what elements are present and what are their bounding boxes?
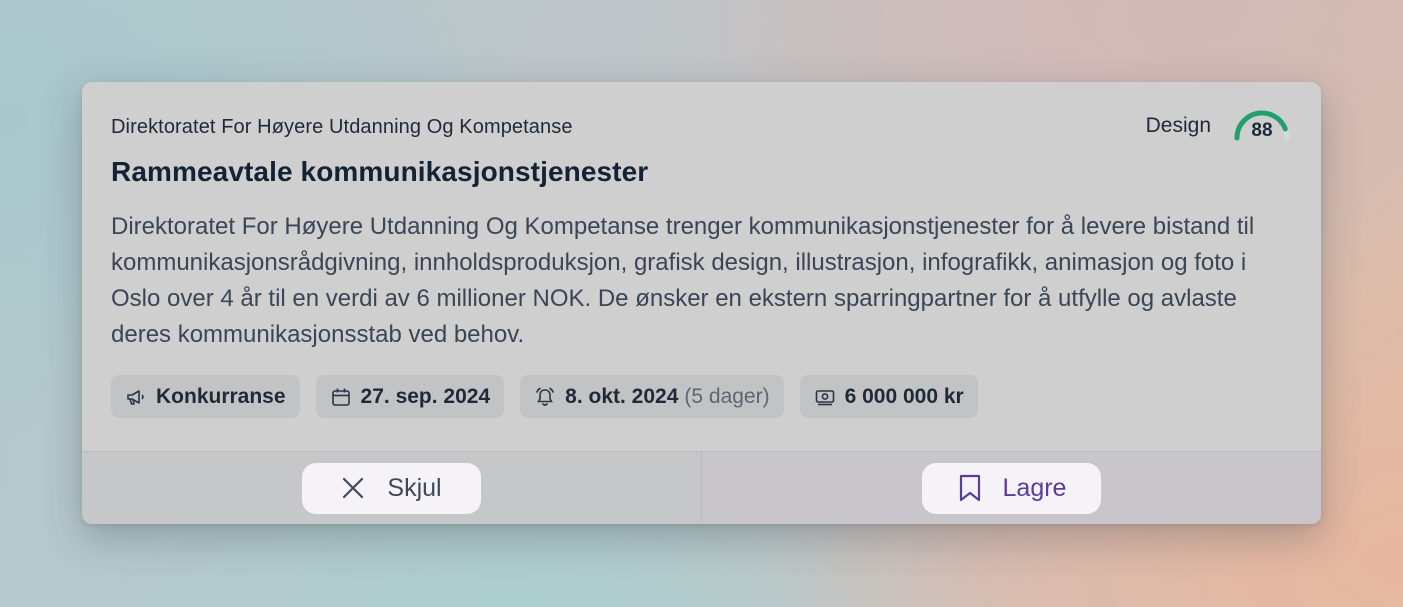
calendar-icon xyxy=(330,386,352,408)
chip-deadline-remaining: (5 dager) xyxy=(684,384,770,408)
score-value: 88 xyxy=(1251,120,1273,141)
chip-value: 6 000 000 kr xyxy=(799,375,978,418)
tender-card-body: Direktoratet For Høyere Utdanning Og Kom… xyxy=(82,82,1321,452)
chip-published-date: 27. sep. 2024 xyxy=(315,375,505,418)
megaphone-icon xyxy=(125,386,147,408)
tender-description: Direktoratet For Høyere Utdanning Og Kom… xyxy=(111,213,1255,348)
chip-procedure: Konkurranse xyxy=(111,375,300,418)
category-label: Design xyxy=(1145,114,1211,137)
match-score-gauge: 88 xyxy=(1231,104,1293,144)
chip-procedure-label: Konkurranse xyxy=(156,384,286,408)
tender-title[interactable]: Rammeavtale kommunikasjonstjenester xyxy=(111,156,648,188)
chip-value-label: 6 000 000 kr xyxy=(844,384,964,408)
chip-deadline-label: 8. okt. 2024 xyxy=(565,384,679,408)
chip-published-date-label: 27. sep. 2024 xyxy=(360,384,491,408)
tender-card: Direktoratet For Høyere Utdanning Og Kom… xyxy=(82,82,1321,524)
alarm-icon xyxy=(534,386,556,408)
money-icon xyxy=(814,386,836,408)
save-button-label: Lagre xyxy=(1002,473,1067,502)
organization-name: Direktoratet For Høyere Utdanning Og Kom… xyxy=(111,116,573,138)
save-button[interactable]: Lagre xyxy=(922,462,1101,514)
bookmark-icon xyxy=(957,473,985,503)
close-icon xyxy=(341,473,369,503)
hide-button-label: Skjul xyxy=(387,473,442,502)
chip-deadline: 8. okt. 2024 (5 dager) xyxy=(520,375,784,418)
tender-meta-chips: Konkurranse 27. sep. 2024 8. okt. 2024 (… xyxy=(111,375,978,418)
card-actions: Skjul Lagre xyxy=(82,451,1321,524)
hide-action-area: Skjul xyxy=(82,452,702,524)
save-action-area: Lagre xyxy=(702,452,1321,524)
category-score: Design 88 xyxy=(1146,104,1293,144)
hide-button[interactable]: Skjul xyxy=(302,462,481,514)
